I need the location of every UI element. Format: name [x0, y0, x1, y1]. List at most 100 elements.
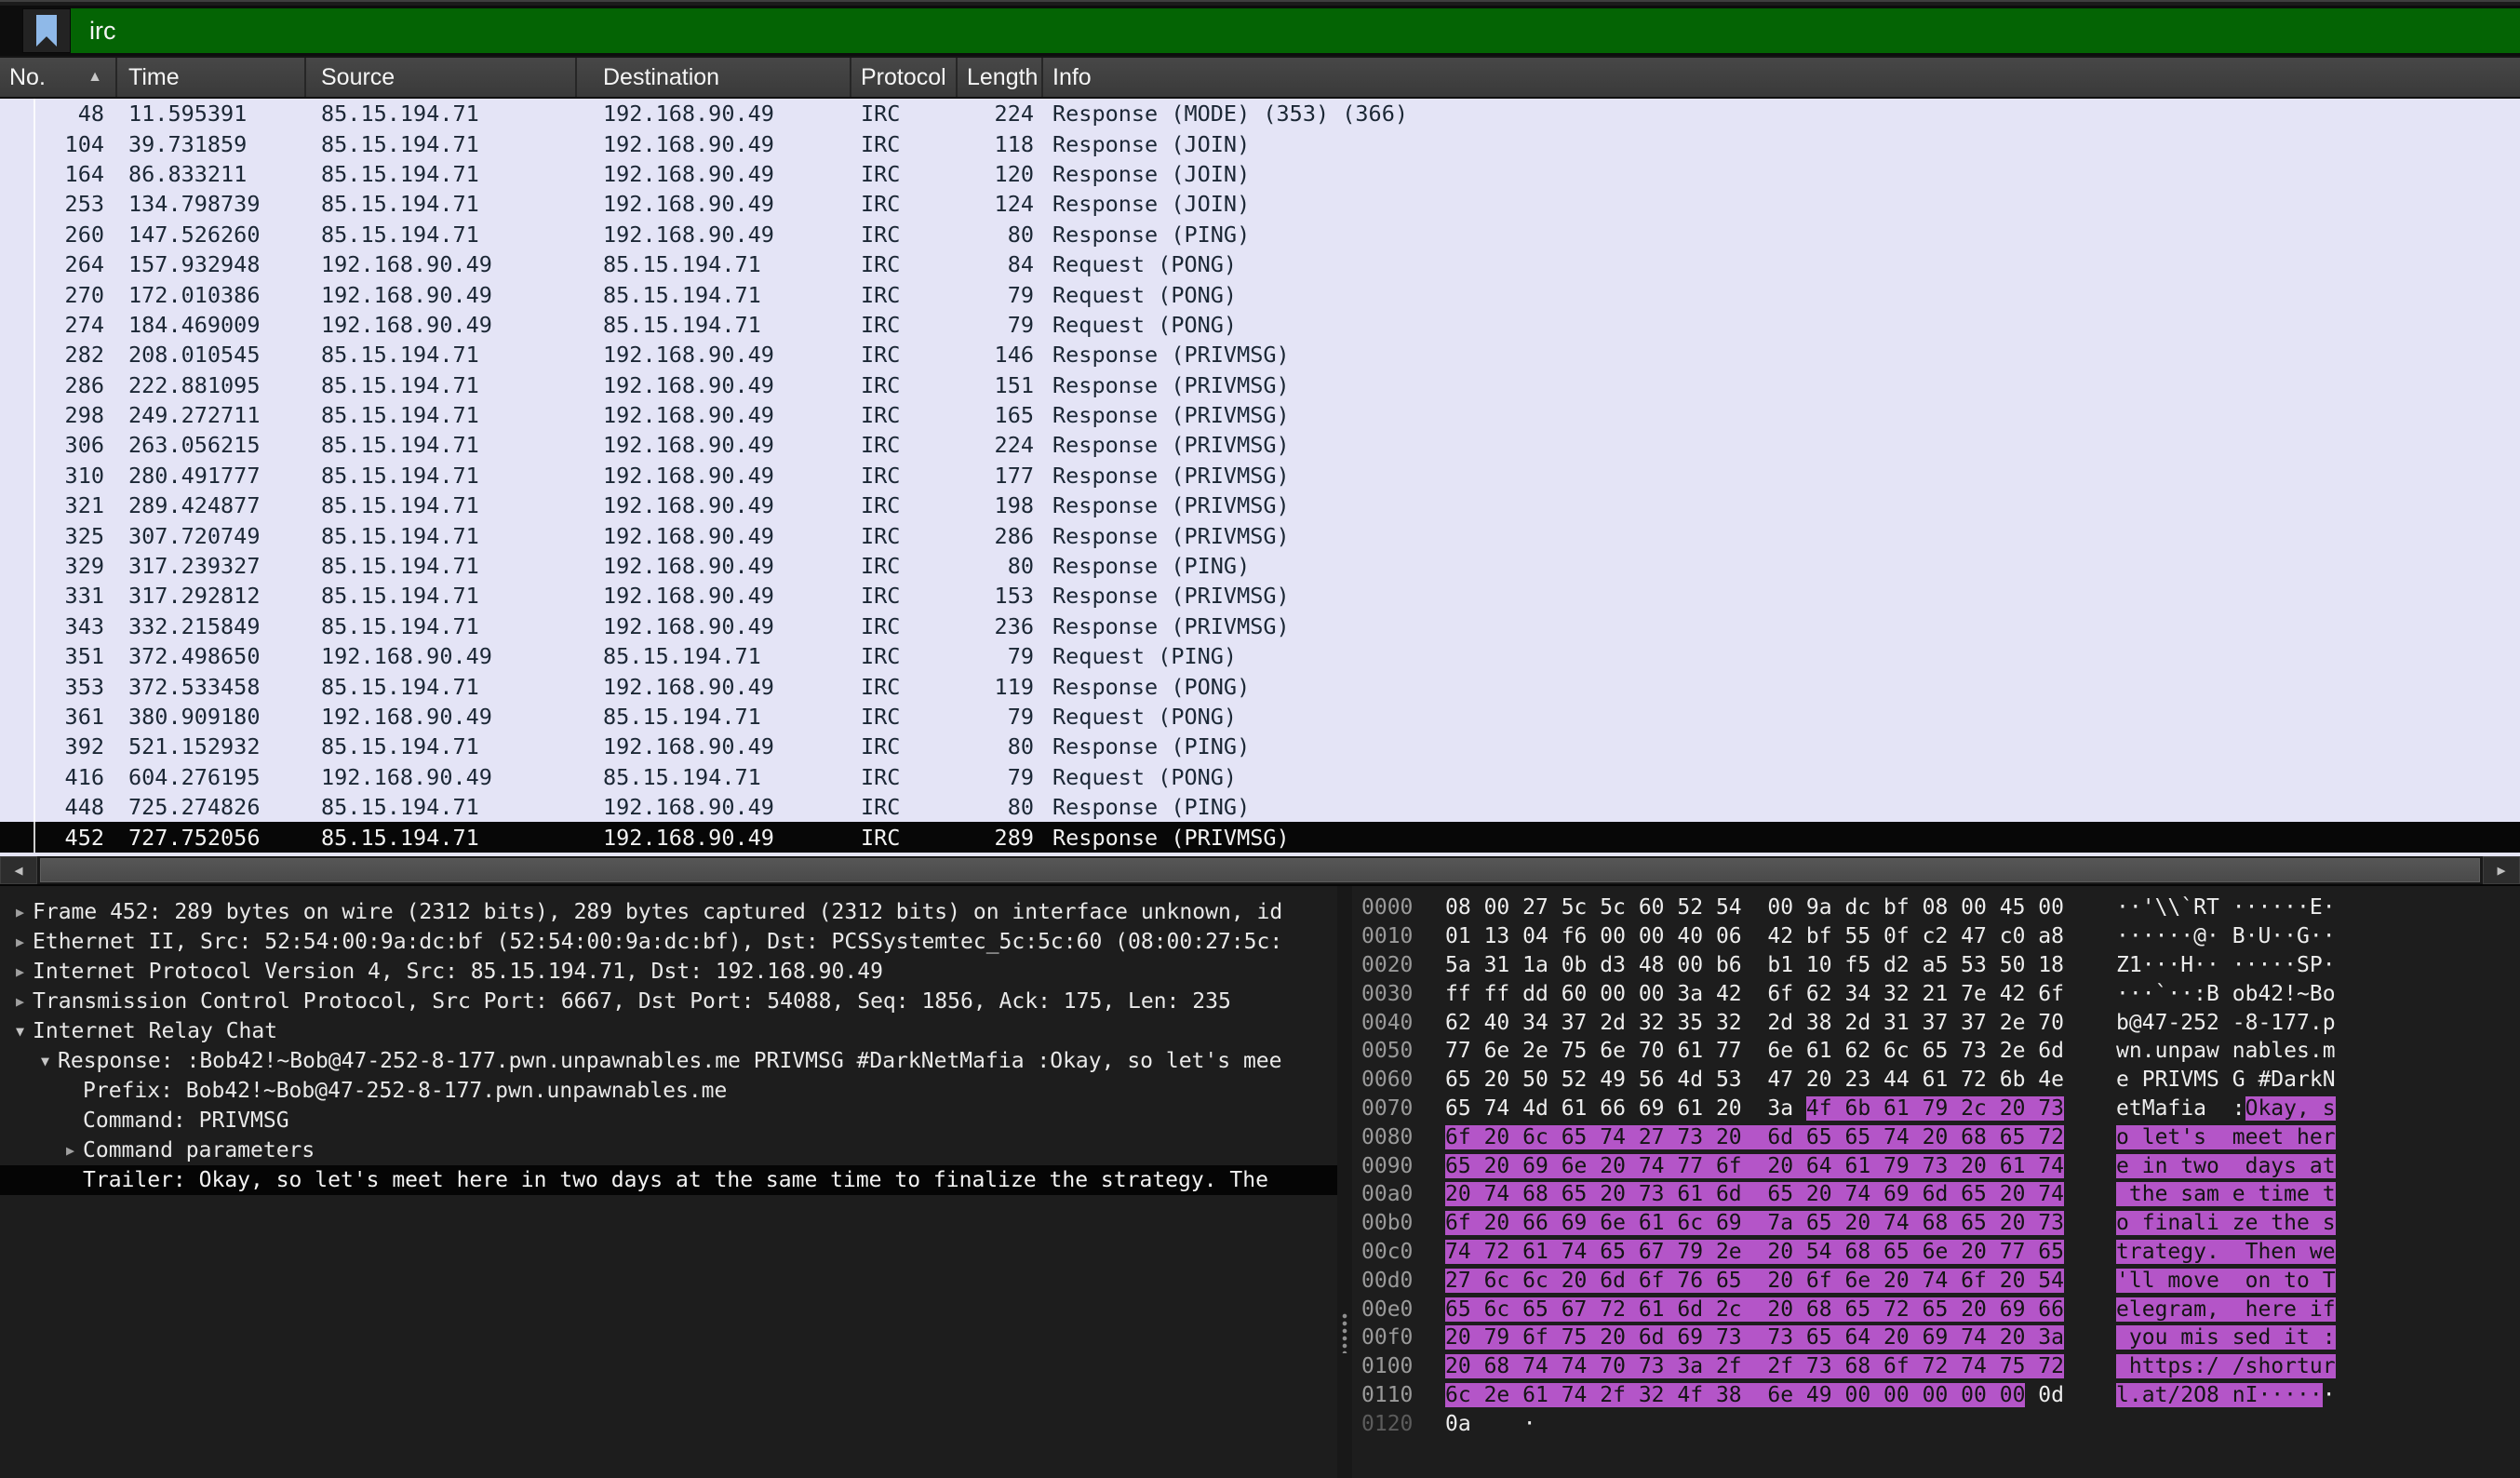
- hex-byte[interactable]: 61: [2000, 1154, 2026, 1178]
- hex-byte[interactable]: 79: [1883, 1154, 1910, 1178]
- hex-byte[interactable]: 50: [2000, 953, 2026, 977]
- column-header-info[interactable]: Info: [1043, 58, 2520, 97]
- ascii-char[interactable]: ·: [2245, 953, 2259, 977]
- hex-byte[interactable]: 77: [1445, 1039, 1471, 1063]
- ascii-char[interactable]: \: [2167, 895, 2180, 920]
- column-header-protocol[interactable]: Protocol: [851, 58, 958, 97]
- hex-byte[interactable]: 20: [1767, 1154, 1793, 1178]
- hex-byte[interactable]: 74: [2038, 1154, 2064, 1178]
- packet-row[interactable]: 253134.79873985.15.194.71192.168.90.49IR…: [0, 189, 2520, 219]
- ascii-char[interactable]: e: [2284, 1297, 2297, 1322]
- ascii-char[interactable]: ·: [2323, 953, 2336, 977]
- ascii-char[interactable]: @: [2193, 924, 2206, 948]
- ascii-char[interactable]: y: [2193, 1240, 2206, 1264]
- hex-byte[interactable]: 20: [1445, 1325, 1471, 1350]
- ascii-char[interactable]: l: [2142, 1125, 2155, 1149]
- packet-row[interactable]: 274184.469009192.168.90.4985.15.194.71IR…: [0, 310, 2520, 340]
- ascii-char[interactable]: t: [2258, 1182, 2271, 1206]
- hex-byte[interactable]: 00: [1639, 982, 1665, 1006]
- hex-byte[interactable]: 73: [1806, 1354, 1832, 1378]
- hex-byte[interactable]: 44: [1883, 1068, 1910, 1092]
- hex-row[interactable]: 000008 00 27 5c 5c 60 52 54 00 9a dc bf …: [1352, 894, 2520, 922]
- hex-byte[interactable]: 0b: [1562, 953, 1588, 977]
- hex-byte[interactable]: 20: [1484, 1068, 1510, 1092]
- packet-row[interactable]: 306263.05621585.15.194.71192.168.90.49IR…: [0, 430, 2520, 460]
- ascii-char[interactable]: o: [2206, 1154, 2219, 1178]
- hex-byte[interactable]: 69: [2000, 1297, 2026, 1322]
- ascii-char[interactable]: [2297, 1297, 2310, 1322]
- hex-byte[interactable]: 20: [2000, 1269, 2026, 1293]
- hex-byte[interactable]: 20: [1767, 1269, 1793, 1293]
- hex-byte[interactable]: 69: [1677, 1325, 1703, 1350]
- hex-byte[interactable]: 00: [1767, 895, 1793, 920]
- ascii-char[interactable]: t: [2323, 1154, 2336, 1178]
- ascii-char[interactable]: u: [2155, 1039, 2168, 1063]
- packet-row[interactable]: 298249.27271185.15.194.71192.168.90.49IR…: [0, 400, 2520, 430]
- hex-byte[interactable]: 6c: [1677, 1211, 1703, 1235]
- ascii-char[interactable]: [2310, 1325, 2323, 1350]
- hex-byte[interactable]: 72: [2038, 1125, 2064, 1149]
- hex-byte[interactable]: 49: [1806, 1383, 1832, 1407]
- ascii-char[interactable]: [2232, 1297, 2245, 1322]
- ascii-char[interactable]: R: [2193, 895, 2206, 920]
- ascii-char[interactable]: e: [2116, 1096, 2129, 1121]
- packet-row[interactable]: 10439.73185985.15.194.71192.168.90.49IRC…: [0, 128, 2520, 158]
- ascii-char[interactable]: P: [2310, 953, 2323, 977]
- hex-byte[interactable]: 65: [1445, 1297, 1471, 1322]
- ascii-char[interactable]: [2129, 1154, 2142, 1178]
- ascii-char[interactable]: d: [2258, 1325, 2271, 1350]
- ascii-char[interactable]: ·: [2232, 895, 2245, 920]
- detail-line[interactable]: ▶Internet Protocol Version 4, Src: 85.15…: [0, 957, 1337, 987]
- hex-byte[interactable]: 00: [1484, 895, 1510, 920]
- ascii-char[interactable]: n: [2129, 1039, 2142, 1063]
- hex-byte[interactable]: 32: [1716, 1011, 1742, 1035]
- hex-byte[interactable]: 65: [2038, 1240, 2064, 1264]
- hex-byte[interactable]: 54: [1806, 1240, 1832, 1264]
- hex-byte[interactable]: 65: [1806, 1211, 1832, 1235]
- ascii-char[interactable]: t: [2297, 1354, 2310, 1378]
- ascii-char[interactable]: [2232, 1240, 2245, 1264]
- ascii-char[interactable]: .: [2142, 1039, 2155, 1063]
- ascii-char[interactable]: r: [2323, 1354, 2336, 1378]
- ascii-char[interactable]: n: [2155, 1154, 2168, 1178]
- ascii-char[interactable]: o: [2271, 1354, 2284, 1378]
- ascii-char[interactable]: a: [2284, 1068, 2297, 1092]
- ascii-char[interactable]: e: [2271, 1240, 2284, 1264]
- hex-byte[interactable]: 20: [1767, 1297, 1793, 1322]
- hex-byte[interactable]: 20: [2000, 1182, 2026, 1206]
- hex-byte[interactable]: 73: [1767, 1325, 1793, 1350]
- hex-byte[interactable]: 65: [1445, 1068, 1471, 1092]
- ascii-char[interactable]: [2310, 1211, 2323, 1235]
- hex-byte[interactable]: 6f: [2038, 982, 2064, 1006]
- hex-byte[interactable]: 6f: [1961, 1269, 1987, 1293]
- hex-byte[interactable]: 27: [1639, 1125, 1665, 1149]
- hex-byte[interactable]: ff: [1445, 982, 1471, 1006]
- packet-row[interactable]: 310280.49177785.15.194.71192.168.90.49IR…: [0, 461, 2520, 490]
- hex-byte[interactable]: 20: [2000, 1211, 2026, 1235]
- hex-byte[interactable]: 2d: [1767, 1011, 1793, 1035]
- hex-byte[interactable]: 08: [1445, 895, 1471, 920]
- hex-byte[interactable]: 74: [1639, 1154, 1665, 1178]
- hex-byte[interactable]: 4d: [1522, 1096, 1548, 1121]
- hex-byte[interactable]: 65: [1716, 1269, 1742, 1293]
- ascii-char[interactable]: T: [2206, 895, 2219, 920]
- packet-row[interactable]: 361380.909180192.168.90.4985.15.194.71IR…: [0, 702, 2520, 732]
- ascii-char[interactable]: t: [2284, 1269, 2297, 1293]
- hex-byte[interactable]: 79: [1677, 1240, 1703, 1264]
- hex-row[interactable]: 006065 20 50 52 49 56 4d 53 47 20 23 44 …: [1352, 1066, 2520, 1095]
- ascii-char[interactable]: i: [2142, 1154, 2155, 1178]
- hex-byte[interactable]: 77: [1716, 1039, 1742, 1063]
- ascii-char[interactable]: n: [2167, 1211, 2180, 1235]
- hex-byte[interactable]: 32: [1639, 1011, 1665, 1035]
- ascii-char[interactable]: h: [2297, 1125, 2310, 1149]
- ascii-char[interactable]: [2245, 1182, 2259, 1206]
- ascii-char[interactable]: u: [2155, 1325, 2168, 1350]
- ascii-char[interactable]: [2167, 1154, 2180, 1178]
- hex-byte[interactable]: 48: [1639, 953, 1665, 977]
- ascii-char[interactable]: [2116, 1325, 2129, 1350]
- hex-byte[interactable]: b1: [1767, 953, 1793, 977]
- hex-byte[interactable]: 34: [1844, 982, 1870, 1006]
- packet-row[interactable]: 270172.010386192.168.90.4985.15.194.71IR…: [0, 279, 2520, 309]
- hex-byte[interactable]: 00: [1600, 924, 1626, 948]
- ascii-char[interactable]: a: [2180, 1211, 2193, 1235]
